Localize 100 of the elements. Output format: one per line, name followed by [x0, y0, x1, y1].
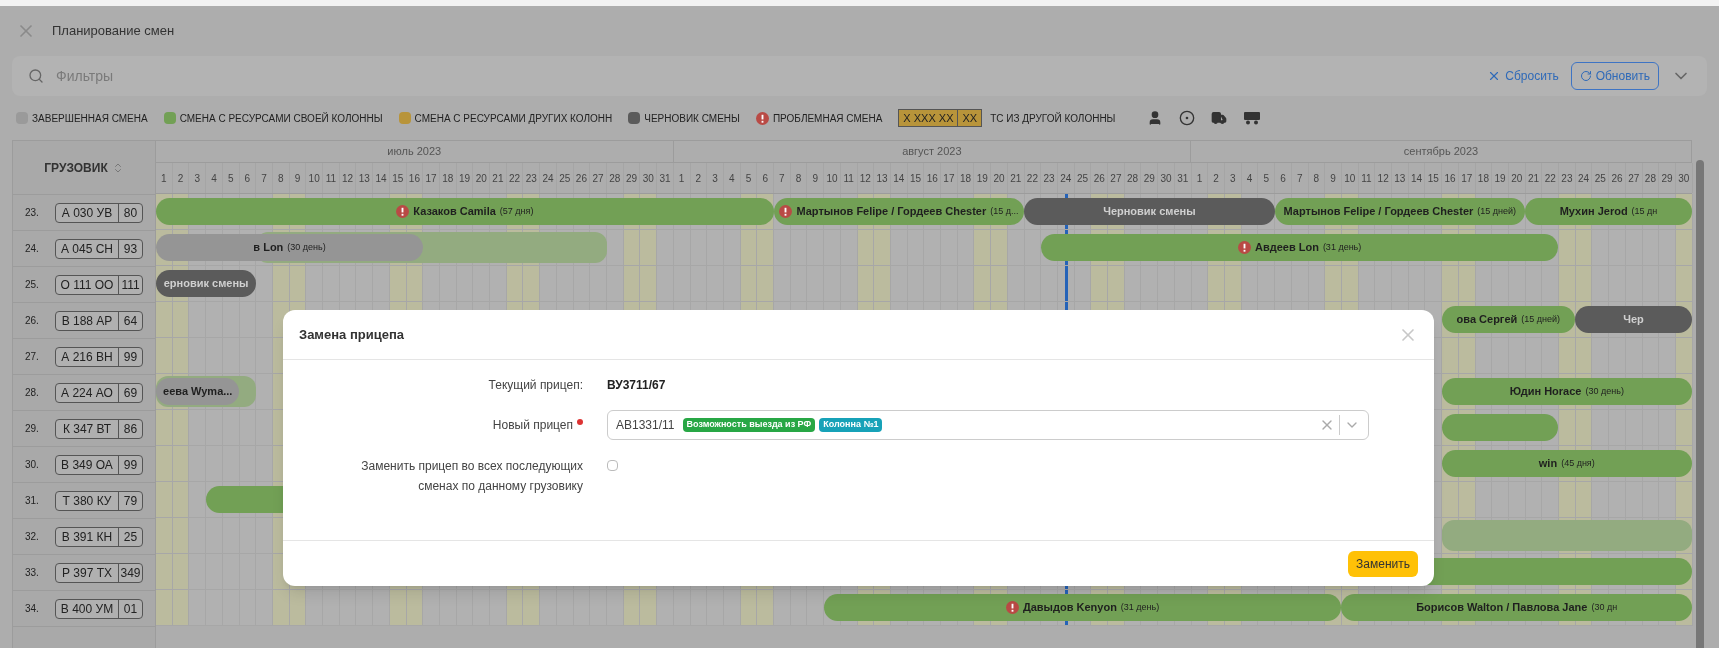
- day-number: 30: [1676, 163, 1693, 193]
- truck-icon[interactable]: [1211, 110, 1228, 126]
- legend-label: ЗАВЕРШЕННАЯ СМЕНА: [32, 111, 148, 126]
- plate-number: Р 397 ТХ: [61, 564, 113, 582]
- search-icon: [28, 68, 44, 84]
- shift-bar[interactable]: [1441, 414, 1559, 441]
- shift-bar[interactable]: Юдин Horace (30 день): [1441, 378, 1692, 405]
- row-number: 24.: [25, 242, 40, 256]
- shift-bar[interactable]: Борисов Walton / Павлова Jane (30 дн: [1341, 594, 1692, 621]
- driver-name: Мартынов Felipe / Гордеев Chester: [796, 204, 987, 220]
- day-number: 12: [1375, 163, 1393, 193]
- plate-region: 01: [118, 599, 142, 618]
- submit-button[interactable]: Заменить: [1348, 550, 1418, 577]
- day-number: 26: [1609, 163, 1626, 193]
- day-number: 14: [373, 163, 390, 193]
- day-number: 3: [707, 163, 724, 193]
- day-number: 19: [974, 163, 992, 193]
- driver-name: ова Сергей: [1456, 312, 1518, 328]
- day-number: 6: [1275, 163, 1292, 193]
- row-number: 30.: [25, 458, 40, 472]
- day-number: 3: [189, 163, 207, 193]
- day-number: 2: [1208, 163, 1225, 193]
- day-number: 28: [1642, 163, 1660, 193]
- field-label: Заменить прицеп во всех последующих сменах по данному грузовику: [360, 458, 583, 495]
- shift-bar[interactable]: Давыдов Kenyon (31 день): [823, 594, 1342, 621]
- day-number: 7: [774, 163, 791, 193]
- day-number: 24: [540, 163, 557, 193]
- legend-label: СМЕНА С РЕСУРСАМИ ДРУГИХ КОЛОНН: [414, 111, 613, 126]
- driver-name: Черновик смены: [1103, 204, 1196, 220]
- day-number: 27: [1625, 163, 1643, 193]
- plate-region: 349: [118, 563, 142, 582]
- shift-duration: (15 дней): [1521, 312, 1561, 326]
- shift-bar[interactable]: Казаков Camila (57 дня): [156, 198, 774, 225]
- shift-duration: (31 день): [1120, 600, 1160, 614]
- shift-bar[interactable]: Авдеев Lon (31 день): [1040, 234, 1559, 261]
- day-number: 20: [1508, 163, 1526, 193]
- plate-region: 80: [118, 203, 142, 222]
- day-number: 12: [857, 163, 875, 193]
- driver-name: Давыдов Kenyon: [1022, 600, 1117, 616]
- tag: Колонна №1: [819, 418, 883, 432]
- day-number: 17: [941, 163, 958, 193]
- day-number: 23: [523, 163, 541, 193]
- shift-bar[interactable]: ерновик смены: [156, 270, 257, 297]
- shift-bar[interactable]: ова Сергей (15 дней): [1441, 306, 1576, 333]
- day-number: 1: [1191, 163, 1209, 193]
- filter-field[interactable]: Фильтры: [56, 61, 1476, 91]
- day-number: 9: [289, 163, 307, 193]
- window-title: Планирование смен: [52, 22, 175, 41]
- day-number: 6: [239, 163, 257, 193]
- month-header: июль 2023: [156, 141, 674, 162]
- day-number: 12: [339, 163, 357, 193]
- shift-duration: (15 дней): [1477, 204, 1517, 218]
- row-number: 32.: [25, 530, 40, 544]
- shift-bar[interactable]: Мартынов Felipe / Гордеев Chester (15 дней): [1274, 198, 1525, 225]
- day-number: 21: [1007, 163, 1025, 193]
- day-number: 21: [1525, 163, 1543, 193]
- select-value: АВ1331/11: [616, 417, 675, 434]
- trailer-select[interactable]: АВ1331/11 Возможность выезда из РФ Колонна №1: [607, 410, 1369, 440]
- shift-bar[interactable]: Чер: [1575, 306, 1692, 333]
- checkbox[interactable]: [607, 460, 618, 471]
- shift-duration: (57 дня): [499, 204, 534, 218]
- row-number: 26.: [25, 314, 40, 328]
- day-number: 11: [1358, 163, 1376, 193]
- day-number: 5: [1258, 163, 1276, 193]
- day-number: 7: [256, 163, 273, 193]
- shift-bar[interactable]: в Lon (30 день): [156, 234, 424, 261]
- shift-bar[interactable]: win (45 дня): [1441, 450, 1692, 477]
- day-number: 21: [490, 163, 507, 193]
- day-number: 4: [723, 163, 741, 193]
- day-number: 16: [1442, 163, 1459, 193]
- day-number: 14: [1408, 163, 1426, 193]
- day-number: 31: [657, 163, 674, 193]
- legend-label: ПРОБЛЕМНАЯ СМЕНА: [772, 111, 883, 126]
- day-number: 24: [1575, 163, 1593, 193]
- shift-bar[interactable]: еева Wyma...: [156, 378, 240, 405]
- day-number: 30: [1158, 163, 1175, 193]
- shift-bar[interactable]: Черновик смены: [1024, 198, 1275, 225]
- shift-bar[interactable]: Мартынов Felipe / Гордеев Chester (15 д...: [773, 198, 1025, 225]
- day-number: 13: [874, 163, 891, 193]
- plate-number: А 216 ВН: [60, 348, 114, 366]
- day-number: 28: [607, 163, 624, 193]
- driver-name: в Lon: [253, 240, 284, 256]
- month-header: сентябрь 2023: [1191, 141, 1692, 162]
- day-number: 10: [306, 163, 324, 193]
- plate-number: А 030 УВ: [60, 204, 114, 222]
- driver-name: еева Wyma...: [163, 384, 233, 400]
- day-number: 27: [590, 163, 607, 193]
- day-number: 15: [907, 163, 925, 193]
- shift-bar[interactable]: Мухин Jerod (15 дн: [1525, 198, 1692, 225]
- day-number: 22: [506, 163, 524, 193]
- plate-number: Т 380 КУ: [61, 492, 113, 510]
- day-number: 18: [439, 163, 457, 193]
- day-number: 28: [1124, 163, 1142, 193]
- day-number: 9: [1325, 163, 1342, 193]
- scrollbar[interactable]: [1696, 160, 1704, 648]
- row-number: 27.: [25, 350, 40, 364]
- day-number: 30: [640, 163, 658, 193]
- shift-duration: (15 д...: [990, 204, 1019, 218]
- row-number: 29.: [25, 422, 40, 436]
- day-number: 20: [991, 163, 1008, 193]
